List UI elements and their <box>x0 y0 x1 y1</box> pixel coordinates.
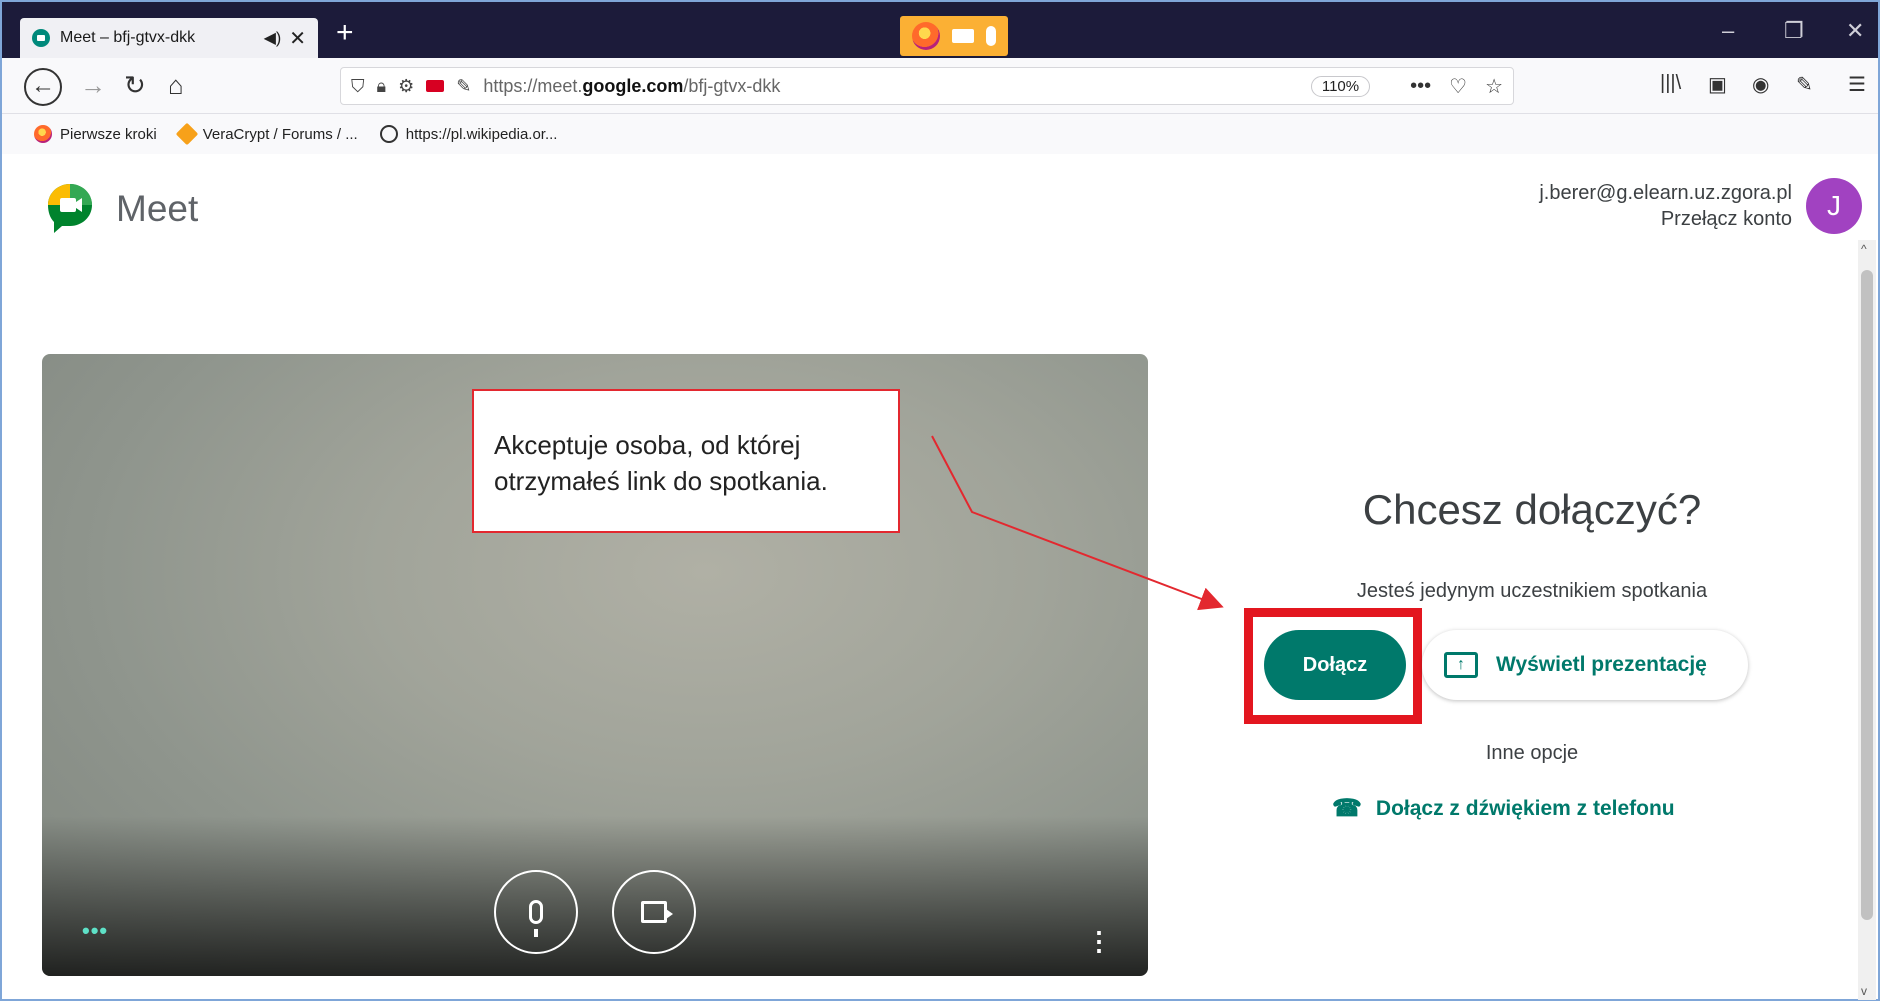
more-actions-icon[interactable]: ••• <box>1410 75 1431 98</box>
scroll-up-icon[interactable]: ^ <box>1861 242 1867 256</box>
restore-button[interactable]: ❐ <box>1784 18 1804 44</box>
permissions-icon[interactable]: ⚙ <box>398 76 414 97</box>
bookmarks-bar: Pierwsze kroki VeraCrypt / Forums / ... … <box>2 114 1878 154</box>
meet-brand: Meet <box>116 188 199 229</box>
bookmark-item[interactable]: https://pl.wikipedia.or... <box>379 125 557 143</box>
scroll-down-icon[interactable]: v <box>1861 984 1867 998</box>
camera-icon <box>952 29 974 43</box>
video-shade <box>42 816 1148 976</box>
veracrypt-icon <box>175 122 199 146</box>
menu-icon[interactable]: ☰ <box>1848 72 1866 97</box>
meet-logo-icon <box>48 184 92 233</box>
new-tab-button[interactable]: + <box>336 18 354 48</box>
page-scrollbar[interactable]: ^ v <box>1858 240 1876 1000</box>
present-button[interactable]: ↑ Wyświetl prezentację <box>1422 630 1748 700</box>
more-options-icon[interactable]: ⋮ <box>1086 928 1112 954</box>
present-icon: ↑ <box>1444 652 1478 678</box>
zoom-indicator[interactable]: 110% <box>1310 75 1371 97</box>
library-icon[interactable]: |||\ <box>1660 72 1681 95</box>
extension-icon[interactable]: ✎ <box>1796 72 1813 97</box>
close-window-button[interactable]: ✕ <box>1846 18 1864 44</box>
browser-window: Meet – bfj-gtvx-dkk ◀) ✕ + – ❐ ✕ ← → ↻ ⌂… <box>0 0 1880 1001</box>
pocket-icon[interactable]: ♡ <box>1449 74 1467 99</box>
join-title: Chcesz dołączyć? <box>1362 486 1702 533</box>
camera-permission-icon[interactable] <box>426 80 445 92</box>
annotation-callout: Akceptuje osoba, od której otrzymałeś li… <box>472 389 900 533</box>
globe-icon <box>379 125 398 143</box>
url-bar[interactable]: ⛉ 🔒︎ ⚙ ✎ https://meet.google.com/bfj-gtv… <box>340 67 1514 105</box>
account-icon[interactable]: ◉ <box>1752 72 1769 97</box>
camera-icon <box>641 901 673 923</box>
bookmark-item[interactable]: VeraCrypt / Forums / ... <box>175 122 358 146</box>
microphone-toggle-button[interactable] <box>494 870 578 954</box>
sharing-indicator[interactable] <box>900 16 1008 56</box>
phone-join-link[interactable]: ☎ Dołącz z dźwiękiem z telefonu <box>1332 794 1812 823</box>
other-options-label: Inne opcje <box>1485 742 1579 764</box>
mic-permission-icon[interactable]: ✎ <box>456 76 471 97</box>
camera-toggle-button[interactable] <box>612 870 696 954</box>
reload-button[interactable]: ↻ <box>124 68 146 102</box>
home-button[interactable]: ⌂ <box>168 68 184 102</box>
account-info: j.berer@g.elearn.uz.zgora.pl Przełącz ko… <box>1539 180 1792 232</box>
firefox-icon <box>912 22 940 50</box>
sidebar-icon[interactable]: ▣ <box>1708 72 1727 97</box>
microphone-icon <box>529 900 543 937</box>
nav-bar: ← → ↻ ⌂ ⛉ 🔒︎ ⚙ ✎ https://meet.google.com… <box>2 58 1878 114</box>
tab-strip: Meet – bfj-gtvx-dkk ◀) ✕ + – ❐ ✕ <box>2 2 1878 58</box>
microphone-icon <box>986 26 996 46</box>
back-button[interactable]: ← <box>24 68 62 106</box>
forward-button[interactable]: → <box>80 68 106 102</box>
bookmark-item[interactable]: Pierwsze kroki <box>34 125 157 143</box>
account-email: j.berer@g.elearn.uz.zgora.pl <box>1539 182 1792 204</box>
shield-icon[interactable]: ⛉ <box>351 76 365 97</box>
meet-favicon-icon <box>32 29 50 47</box>
switch-account-link[interactable]: Przełącz konto <box>1539 206 1792 232</box>
firefox-icon <box>34 125 52 143</box>
avatar[interactable]: J <box>1806 178 1862 234</box>
tab-meet[interactable]: Meet – bfj-gtvx-dkk ◀) ✕ <box>20 18 318 58</box>
url-text[interactable]: https://meet.google.com/bfj-gtvx-dkk <box>483 76 1311 97</box>
bookmark-star-icon[interactable]: ☆ <box>1485 74 1503 99</box>
scroll-thumb[interactable] <box>1861 270 1873 920</box>
phone-icon: ☎ <box>1332 795 1362 822</box>
join-subtitle: Jesteś jedynym uczestnikiem spotkania <box>1356 580 1708 602</box>
tab-title: Meet – bfj-gtvx-dkk <box>60 29 196 46</box>
minimize-button[interactable]: – <box>1722 18 1734 44</box>
join-button[interactable]: Dołącz <box>1264 630 1406 700</box>
visual-effects-icon[interactable]: ••• <box>82 918 108 944</box>
speaker-icon[interactable]: ◀) <box>264 28 282 48</box>
close-tab-icon[interactable]: ✕ <box>289 26 306 51</box>
lock-icon[interactable]: 🔒︎ <box>377 76 387 97</box>
